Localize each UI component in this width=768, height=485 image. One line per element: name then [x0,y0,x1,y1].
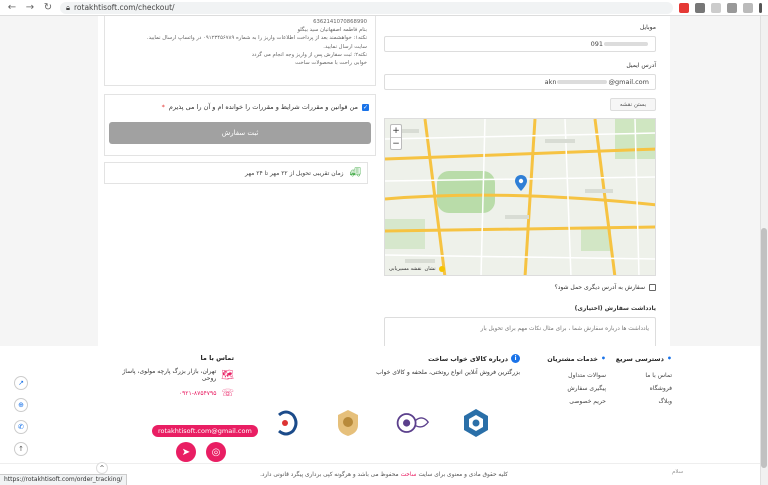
email-field[interactable]: akn @gmail.com [384,74,656,90]
menu-icon[interactable] [759,2,762,13]
footer-link-contact[interactable]: تماس با ما [612,369,672,382]
about-title: i درباره کالای خواب ساخت [368,354,520,363]
neshan-logo-icon [438,266,445,272]
zoom-in-button[interactable]: + [391,125,401,137]
bank-info-line: نکته۲: ثبت سفارش پس از واریز وجه انجام م… [251,51,367,58]
footer-link-faq[interactable]: سوالات متداول [530,369,606,382]
map-credit: نشان [424,266,436,272]
page-viewport: 6362141070868990 بنام فاطمه اصفهانیان سی… [0,16,768,485]
scrollbar-thumb[interactable] [761,228,767,468]
customer-services-title: • خدمات مشتریان [547,354,606,363]
side-cart-button[interactable]: ⊕ [14,398,28,412]
card-number: 6362141070868990 [313,19,367,25]
map-icon: 🗺︎ [221,369,234,381]
contact-email[interactable]: rotakhtisoft.com@gmail.com [152,425,258,437]
copyright-post: محفوظ می باشد و هرگونه کپی برداری پیگرد … [260,471,399,478]
footer-quick-access: • دسترسی سریع تماس با ما فروشگاه وبلاگ [612,354,672,408]
zoom-out-button[interactable]: − [391,137,401,149]
required-mark: * [161,103,165,111]
url-text: rotakhtisoft.com/checkout/ [74,3,175,12]
help-text: سلام [672,469,684,475]
email-label: آدرس ایمیل [626,62,656,69]
extension-icon[interactable] [679,2,689,13]
bank-info-line: نکته۱: خواهشمند بعد از پرداخت اطلاعات وا… [146,35,367,42]
profile-icon[interactable] [743,2,753,13]
contact-phone[interactable]: ۰۹۲۱-۸۷۵۴۷۹۵ [179,390,217,397]
map-zoom-control: + − [390,124,402,150]
footer-link-privacy[interactable]: حریم خصوصی [530,395,606,408]
place-order-button[interactable]: ثبت سفارش [109,122,371,144]
enamad-badge[interactable] [458,405,494,441]
footer-customer-services: • خدمات مشتریان سوالات متداول پیگیری سفار… [530,354,606,408]
site-footer: • دسترسی سریع تماس با ما فروشگاه وبلاگ • خ… [0,346,768,485]
puzzle-icon[interactable] [727,2,737,13]
delivery-text: زمان تقریبی تحویل از ۲۲ مهر تا ۲۴ مهر [245,169,344,177]
footer-link-shop[interactable]: فروشگاه [612,382,672,395]
map-attribution: نشان نقشه مسیریابی [389,266,445,272]
phone-icon: ☏ [221,388,234,399]
map-canvas [385,119,655,275]
ship-other-address: سفارش به آدرس دیگری حمل شود؟ [555,284,656,291]
bank-transfer-info: 6362141070868990 بنام فاطمه اصفهانیان سی… [104,16,376,86]
share-icon[interactable] [695,2,705,13]
contact-phone-row: ☏ ۰۹۲۱-۸۷۵۴۷۹۵ [108,388,234,399]
order-note-placeholder: یادداشت ها درباره سفارش شما ، برای مثال … [480,326,649,332]
bank-info-line: خوابی راحت با محصولات ساخت [295,60,367,67]
telegram-icon[interactable]: ➤ [176,442,196,462]
contact-address-row: 🗺︎ تهران، بازار بزرگ پارچه مولوی، پاساژ … [108,368,234,382]
footer-link-order-tracking[interactable]: پیگیری سفارش [530,382,606,395]
mobile-field[interactable]: 091 [384,36,656,52]
email-suffix: @gmail.com [608,78,649,86]
ecommerce-badge[interactable] [268,405,304,441]
copyright-pre: کلیه حقوق مادی و معنوی برای سایت [418,471,508,478]
status-url: https://rotakhtisoft.com/order_tracking/ [0,474,128,485]
lock-icon: 🔒︎ [66,2,70,12]
page-scrollbar[interactable] [760,16,768,485]
bullet-icon: • [666,354,672,363]
terms-checkbox[interactable]: ✓ [362,103,369,111]
footer-contact: تماس با ما 🗺︎ تهران، بازار بزرگ پارچه مو… [108,354,234,405]
email-prefix: akn [544,78,557,86]
map-credit-sub: نقشه مسیریابی [389,266,422,272]
browser-toolbar: ← → ↻ 🔒︎ rotakhtisoft.com/checkout/ [0,0,768,16]
quick-access-title: • دسترسی سریع [615,354,672,363]
footer-about: i درباره کالای خواب ساخت بزرگترین فروش آن… [368,354,520,376]
side-chat-button[interactable]: ✆ [14,420,28,434]
bank-info-line: سایت ارسال نمایید. [323,43,367,50]
address-bar[interactable]: 🔒︎ rotakhtisoft.com/checkout/ [60,1,673,14]
scroll-top-button[interactable]: ↑ [14,442,28,456]
terms-row: ✓ من قوانین و مقررات شرایط و مقررات را خ… [162,103,369,111]
extensions [679,2,762,13]
contact-title: تماس با ما [200,354,234,362]
mobile-label: موبایل [639,24,656,31]
samandehi-badge[interactable] [394,405,430,441]
ship-other-address-checkbox[interactable] [649,284,656,291]
truck-icon: 🚚︎ [349,168,361,178]
info-icon: i [511,354,520,363]
bullet-icon: • [600,354,606,363]
terms-section: ✓ من قوانین و مقررات شرایط و مقررات را خ… [104,94,376,156]
map-pin-icon[interactable] [515,175,527,191]
location-map[interactable]: + − نشان نقشه مسیریابی [384,118,656,276]
close-map-button[interactable]: بستن نقشه [610,98,656,111]
copyright-brand[interactable]: ساخت [401,472,417,478]
about-text: بزرگترین فروش آنلاین انواع روتختی، ملحفه… [376,369,520,376]
contact-address: تهران، بازار بزرگ پارچه مولوی، پاساژ روح… [122,368,217,382]
bank-info-line: بنام فاطمه اصفهانیان سید بیگلو [297,27,367,34]
star-icon[interactable] [711,2,721,13]
footer-link-blog[interactable]: وبلاگ [612,395,672,408]
delivery-estimate: زمان تقریبی تحویل از ۲۲ مهر تا ۲۴ مهر 🚚︎ [104,162,368,184]
forward-icon[interactable]: → [24,2,36,14]
instagram-icon[interactable]: ◎ [206,442,226,462]
side-share-button[interactable]: ↗ [14,376,28,390]
mobile-value: 091 [590,40,603,48]
order-note-label: یادداشت سفارش (اختیاری) [574,305,656,312]
reload-icon[interactable]: ↻ [42,2,54,14]
back-icon[interactable]: ← [6,2,18,14]
ship-other-address-label: سفارش به آدرس دیگری حمل شود؟ [554,284,645,291]
collapse-button[interactable]: ^ [96,462,108,474]
union-badge[interactable] [330,405,366,441]
terms-label: من قوانین و مقررات شرایط و مقررات را خوا… [168,103,358,111]
